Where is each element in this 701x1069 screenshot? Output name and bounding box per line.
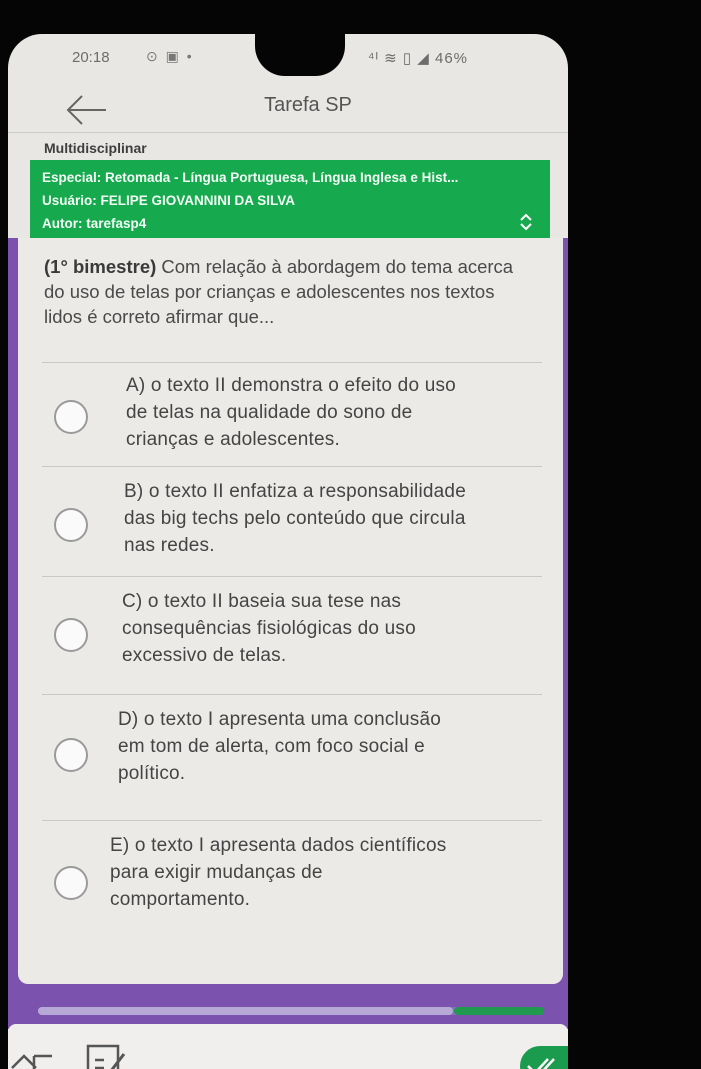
question-card: (1° bimestre) Com relação à abordagem do… [18, 238, 563, 984]
header-divider [8, 132, 568, 133]
collapse-toggle[interactable] [516, 212, 536, 232]
task-title: Especial: Retomada - Língua Portuguesa, … [42, 170, 459, 185]
progress-fill [38, 1007, 453, 1015]
camera-notch [255, 34, 345, 76]
option-divider [42, 694, 542, 695]
question-text: (1° bimestre) Com relação à abordagem do… [44, 254, 534, 329]
task-user: Usuário: FELIPE GIOVANNINI DA SILVA [42, 193, 296, 208]
radio-c[interactable] [54, 618, 88, 652]
option-b[interactable]: B) o texto II enfatiza a responsabilidad… [38, 478, 548, 576]
option-a-text: A) o texto II demonstra o efeito do uso d… [126, 375, 456, 450]
option-c[interactable]: C) o texto II baseia sua tese nas consequ… [38, 588, 548, 698]
double-check-icon [527, 1058, 555, 1069]
chevron-up-down-icon [520, 213, 532, 231]
signal-icons: ⁴ᴵ ≋ ▯ ◢ [368, 50, 435, 67]
page-title: Tarefa SP [264, 94, 352, 116]
option-divider [42, 820, 542, 821]
previous-button[interactable] [8, 1046, 58, 1069]
option-e[interactable]: E) o texto I apresenta dados científicos… [38, 832, 548, 952]
phone-frame: 20:18 ⊙ ▣ • ⁴ᴵ ≋ ▯ ◢ 46% Tarefa SP Multi… [0, 0, 701, 1069]
radio-e[interactable] [54, 866, 88, 900]
question-prefix: (1° bimestre) [44, 256, 157, 277]
option-e-text: E) o texto I apresenta dados científicos… [110, 835, 447, 910]
radio-d[interactable] [54, 738, 88, 772]
app-bar: Tarefa SP [8, 86, 568, 136]
option-c-text: C) o texto II baseia sua tese nas consequ… [122, 591, 416, 666]
task-author: Autor: tarefasp4 [42, 216, 147, 231]
status-time: 20:18 [72, 49, 110, 66]
option-a[interactable]: A) o texto II demonstra o efeito do uso d… [38, 372, 548, 468]
option-d-text: D) o texto I apresenta uma conclusão em t… [118, 709, 441, 784]
status-indicators: ⁴ᴵ ≋ ▯ ◢ 46% [368, 49, 468, 67]
notes-button[interactable] [84, 1040, 128, 1069]
option-d[interactable]: D) o texto I apresenta uma conclusão em t… [38, 706, 548, 816]
radio-b[interactable] [54, 508, 88, 542]
return-arrow-icon [11, 1054, 52, 1069]
bottom-navigation [8, 1024, 568, 1069]
task-info-panel: Especial: Retomada - Língua Portuguesa, … [30, 160, 550, 238]
option-b-text: B) o texto II enfatiza a responsabilidad… [124, 481, 466, 556]
radio-a[interactable] [54, 400, 88, 434]
option-divider [42, 362, 542, 363]
category-label: Multidisciplinar [44, 140, 147, 156]
battery-level: 46% [434, 50, 469, 67]
submit-button[interactable] [520, 1046, 568, 1069]
option-divider [42, 466, 542, 467]
progress-end [454, 1007, 544, 1015]
progress-bar [38, 1007, 544, 1015]
option-divider [42, 576, 542, 577]
edit-note-icon [86, 1044, 126, 1069]
app-screen: 20:18 ⊙ ▣ • ⁴ᴵ ≋ ▯ ◢ 46% Tarefa SP Multi… [8, 34, 568, 1069]
notification-icons: ⊙ ▣ • [146, 48, 194, 64]
